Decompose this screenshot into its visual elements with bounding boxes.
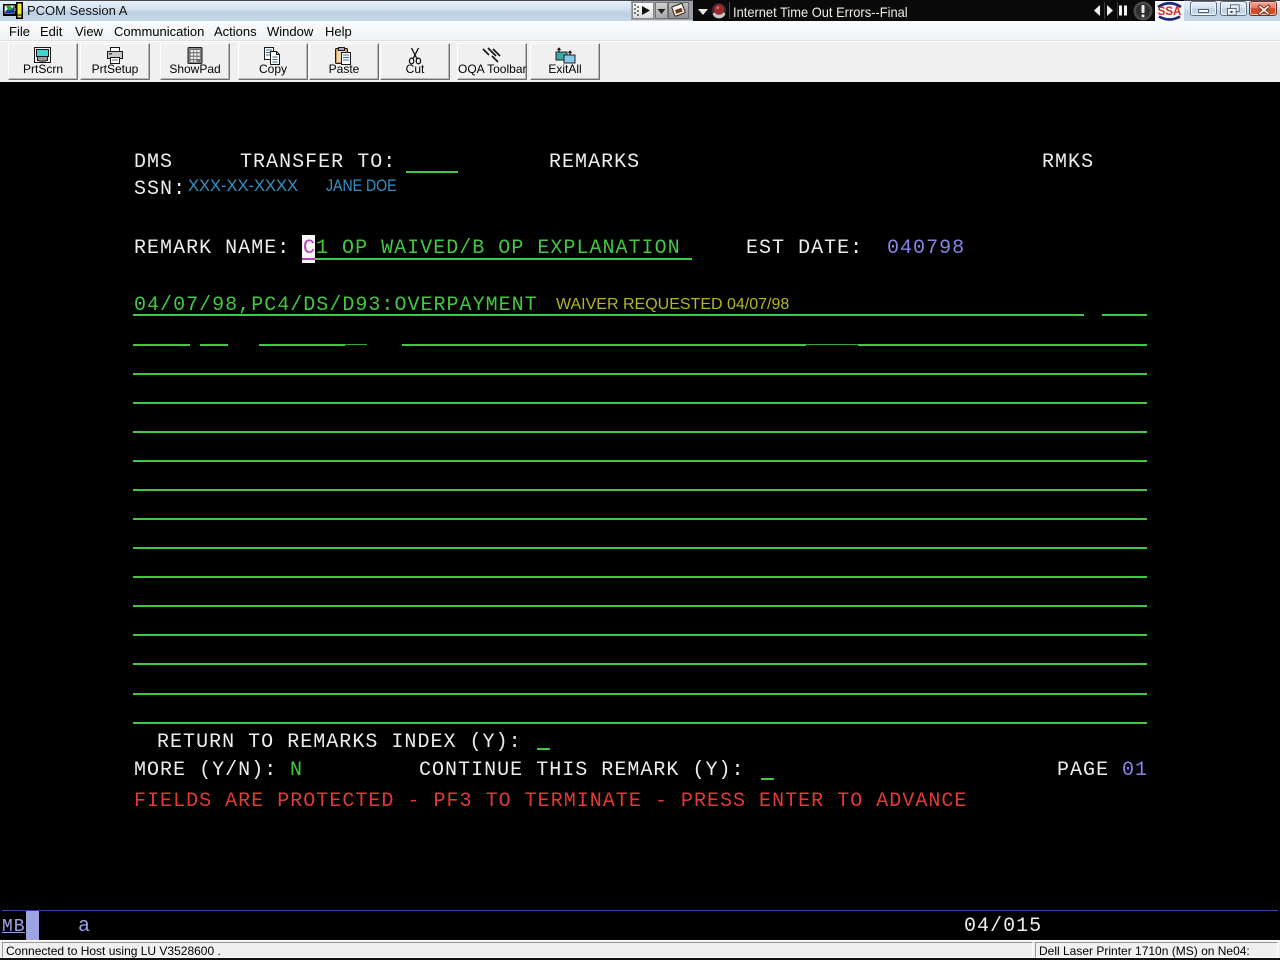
svg-text:SSA: SSA: [1158, 6, 1182, 18]
